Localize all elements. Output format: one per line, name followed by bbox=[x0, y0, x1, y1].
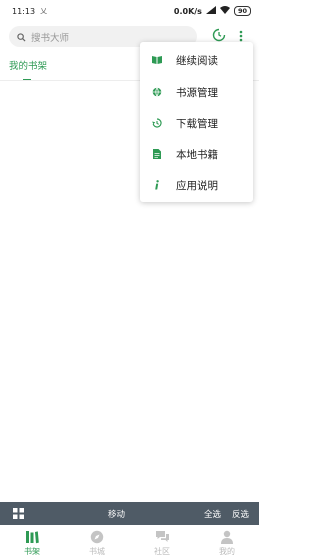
menu-item-label: 书源管理 bbox=[176, 86, 218, 99]
discover-icon bbox=[89, 529, 105, 545]
chat-icon bbox=[154, 529, 170, 545]
batch-action-bar: 移动 全选 反选 bbox=[0, 502, 259, 525]
globe-icon bbox=[152, 87, 162, 97]
menu-item-book-sources[interactable]: 书源管理 bbox=[140, 77, 253, 107]
tab-my-bookshelf[interactable]: 我的书架 bbox=[9, 58, 47, 72]
user-icon bbox=[219, 529, 235, 545]
nav-label: 书架 bbox=[24, 547, 40, 556]
document-icon bbox=[152, 149, 162, 159]
status-right: 0.0K/s 90 bbox=[174, 6, 251, 16]
status-left: 11:13 乂 bbox=[12, 6, 47, 16]
menu-item-local-books[interactable]: 本地书籍 bbox=[140, 139, 253, 169]
nav-bookshelf[interactable]: 书架 bbox=[0, 525, 64, 560]
search-placeholder: 搜书大师 bbox=[31, 32, 70, 44]
nav-discover[interactable]: 书城 bbox=[65, 525, 129, 560]
wifi-icon bbox=[219, 6, 230, 16]
menu-item-continue-reading[interactable]: 继续阅读 bbox=[140, 45, 253, 75]
notification-icon: 乂 bbox=[40, 7, 48, 15]
bookshelf-icon bbox=[24, 529, 40, 545]
menu-item-label: 应用说明 bbox=[176, 179, 218, 192]
invert-selection-button[interactable]: 反选 bbox=[232, 508, 249, 520]
book-open-icon bbox=[152, 55, 162, 65]
status-time: 11:13 bbox=[12, 6, 36, 16]
nav-label: 书城 bbox=[89, 547, 105, 556]
move-button[interactable]: 移动 bbox=[108, 508, 125, 520]
overflow-menu: 继续阅读 书源管理 下载管理 本地书籍 应用说明 bbox=[140, 42, 253, 202]
menu-item-app-guide[interactable]: 应用说明 bbox=[140, 170, 253, 200]
search-icon bbox=[17, 27, 26, 46]
grid-icon[interactable] bbox=[13, 508, 24, 519]
network-speed: 0.0K/s bbox=[173, 6, 202, 16]
menu-item-download-manager[interactable]: 下载管理 bbox=[140, 108, 253, 138]
info-icon bbox=[152, 180, 162, 190]
menu-item-label: 继续阅读 bbox=[176, 54, 218, 67]
menu-item-label: 下载管理 bbox=[176, 117, 218, 130]
bottom-navigation: 书架 书城 社区 我的 bbox=[0, 525, 259, 560]
nav-label: 我的 bbox=[219, 547, 235, 556]
status-bar: 11:13 乂 0.0K/s 90 bbox=[0, 0, 259, 22]
menu-item-label: 本地书籍 bbox=[176, 148, 218, 161]
signal-icon bbox=[205, 6, 216, 16]
nav-label: 社区 bbox=[154, 547, 170, 556]
battery-indicator: 90 bbox=[233, 6, 251, 16]
nav-profile[interactable]: 我的 bbox=[195, 525, 259, 560]
select-all-button[interactable]: 全选 bbox=[204, 508, 221, 520]
history-icon bbox=[152, 118, 162, 128]
nav-community[interactable]: 社区 bbox=[130, 525, 194, 560]
